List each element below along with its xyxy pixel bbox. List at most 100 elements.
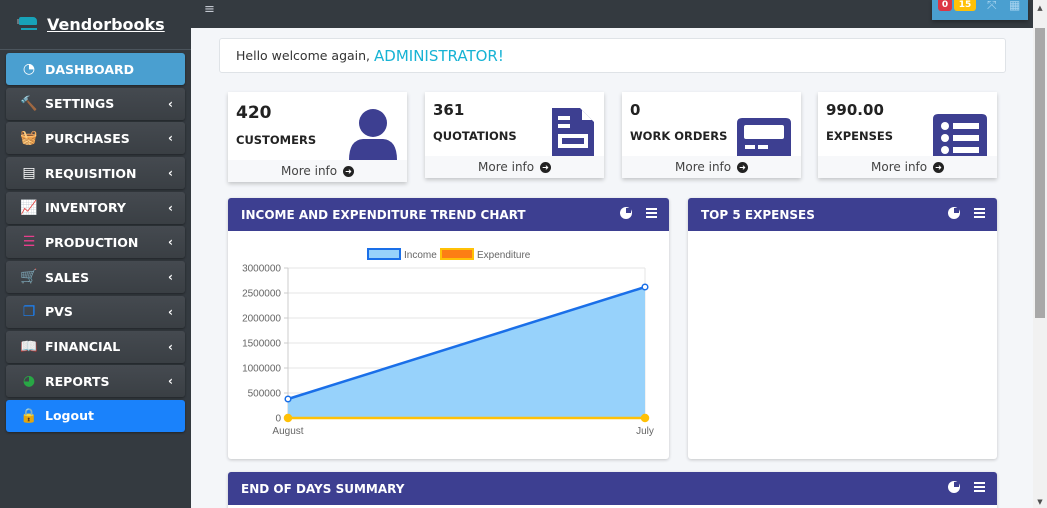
card-value: 361: [433, 101, 465, 119]
card-customers: 420 CUSTOMERS More info ➜: [228, 92, 407, 182]
card-label: EXPENSES: [826, 129, 894, 143]
lock-icon: 🔒: [20, 407, 38, 424]
sidebar-item-label: REQUISITION: [45, 165, 137, 181]
data-point: [283, 413, 293, 423]
tasks-icon: ☰: [22, 234, 36, 251]
card-work-orders: 0 WORK ORDERS More info ➜: [622, 92, 801, 178]
sidebar-item-label: PVS: [45, 304, 73, 320]
series-area-income: [288, 287, 645, 418]
pie-chart-icon[interactable]: [948, 207, 960, 219]
topbar: ≡ 0 15 ⤧ ▦: [191, 0, 1033, 28]
arrow-circle-right-icon: ➜: [736, 162, 748, 173]
chevron-left-icon[interactable]: ‹: [168, 340, 173, 354]
logout-button[interactable]: 🔒 Logout: [6, 399, 185, 432]
legend-label-income: Income: [404, 250, 437, 261]
main-content: Hello welcome again, ADMINISTRATOR! 420 …: [191, 28, 1033, 508]
sidebar-item-production[interactable]: ☰ PRODUCTION ‹: [6, 226, 185, 259]
notification-badge-yellow[interactable]: 15: [954, 0, 976, 11]
menu-toggle-icon[interactable]: ≡: [204, 2, 215, 17]
brand[interactable]: Vendorbooks: [0, 0, 191, 50]
card-quotations: 361 QUOTATIONS More info ➜: [425, 92, 604, 178]
page-scrollbar[interactable]: ▲ ▼: [1033, 0, 1047, 508]
more-info-link[interactable]: More info ➜: [622, 156, 801, 178]
scroll-thumb[interactable]: [1035, 28, 1045, 318]
sidebar-item-purchases[interactable]: 🧺 PURCHASES ‹: [6, 122, 185, 155]
pie-chart-icon[interactable]: [948, 481, 960, 493]
chevron-left-icon[interactable]: ‹: [168, 166, 173, 180]
data-point: [284, 395, 292, 403]
sidebar-item-label: INVENTORY: [45, 200, 126, 216]
sidebar-nav: ◔ DASHBOARD 🔨 SETTINGS ‹ 🧺 PURCHASES ‹ ▤ REQUISIT…: [0, 50, 191, 432]
sidebar-item-pvs[interactable]: ❐ PVS ‹: [6, 295, 185, 328]
card-label: WORK ORDERS: [630, 129, 728, 143]
fullscreen-icon[interactable]: ⤧: [987, 0, 997, 13]
chevron-left-icon[interactable]: ‹: [168, 97, 173, 111]
scroll-up-arrow[interactable]: ▲: [1033, 4, 1047, 12]
chevron-left-icon[interactable]: ‹: [168, 374, 173, 388]
y-tick-label: 2000000: [242, 314, 281, 325]
card-value: 420: [236, 103, 272, 123]
data-point: [641, 283, 649, 291]
card-value: 990.00: [826, 101, 884, 119]
sidebar-item-sales[interactable]: 🛒 SALES ‹: [6, 261, 185, 294]
x-tick-label: July: [636, 426, 654, 437]
chevron-left-icon[interactable]: ‹: [168, 131, 173, 145]
sidebar-item-settings[interactable]: 🔨 SETTINGS ‹: [6, 87, 185, 120]
welcome-banner: Hello welcome again, ADMINISTRATOR!: [219, 38, 1006, 73]
pager-icon: [737, 118, 791, 156]
more-info-link[interactable]: More info ➜: [228, 160, 407, 182]
brand-name[interactable]: Vendorbooks: [47, 15, 165, 34]
sidebar-item-dashboard[interactable]: ◔ DASHBOARD: [6, 53, 185, 85]
card-value: 0: [630, 101, 641, 119]
welcome-user: ADMINISTRATOR!: [374, 46, 504, 65]
sidebar-item-label: FINANCIAL: [45, 339, 121, 354]
trend-chart: 0 500000 1000000 1500000 2000000 2500000 30000…: [242, 248, 654, 437]
chevron-left-icon[interactable]: ‹: [168, 201, 173, 215]
logout-label: Logout: [45, 408, 94, 424]
chart-line-icon: 📈: [20, 199, 38, 216]
chevron-left-icon[interactable]: ‹: [168, 270, 173, 284]
sidebar-item-reports[interactable]: ◕ REPORTS ‹: [6, 365, 185, 398]
menu-icon[interactable]: [646, 207, 657, 218]
sidebar-item-label: REPORTS: [45, 373, 110, 389]
more-info-link[interactable]: More info ➜: [818, 156, 997, 178]
chevron-left-icon[interactable]: ‹: [168, 235, 173, 249]
card-label: CUSTOMERS: [236, 133, 317, 147]
arrow-circle-right-icon: ➜: [342, 166, 354, 177]
legend-label-expenditure: Expenditure: [477, 250, 531, 261]
sidebar-item-label: PRODUCTION: [45, 234, 139, 250]
sidebar: Vendorbooks ◔ DASHBOARD 🔨 SETTINGS ‹ 🧺 PURCHAS…: [0, 0, 191, 508]
panel-title: INCOME AND EXPENDITURE TREND CHART: [241, 207, 526, 222]
y-tick-label: 0: [275, 414, 281, 425]
arrow-circle-right-icon: ➜: [932, 162, 944, 173]
welcome-text: Hello welcome again,: [236, 48, 371, 63]
card-label: QUOTATIONS: [433, 129, 517, 143]
grid-icon[interactable]: ▦: [1009, 0, 1020, 12]
cart-icon: 🛒: [20, 269, 38, 286]
legend-swatch-expenditure: [440, 248, 474, 260]
end-of-days-panel: END OF DAYS SUMMARY: [228, 472, 997, 508]
sidebar-item-label: SETTINGS: [45, 96, 115, 112]
card-expenses: 990.00 EXPENSES More info ➜: [818, 92, 997, 178]
sidebar-item-label: PURCHASES: [45, 130, 130, 146]
y-tick-label: 500000: [248, 389, 282, 400]
copy-icon: ❐: [22, 303, 36, 320]
book-icon: 📖: [20, 338, 38, 355]
receipt-icon: ▤: [22, 165, 36, 182]
panel-header: TOP 5 EXPENSES: [688, 198, 997, 231]
sidebar-item-requisition[interactable]: ▤ REQUISITION ‹: [6, 157, 185, 190]
sidebar-item-label: SALES: [45, 269, 90, 285]
panel-title: END OF DAYS SUMMARY: [241, 481, 405, 496]
chevron-left-icon[interactable]: ‹: [168, 305, 173, 319]
sidebar-item-financial[interactable]: 📖 FINANCIAL ‹: [6, 330, 185, 363]
menu-icon[interactable]: [974, 207, 985, 218]
notification-badge-red[interactable]: 0: [938, 0, 952, 11]
menu-icon[interactable]: [974, 481, 985, 492]
sidebar-item-inventory[interactable]: 📈 INVENTORY ‹: [6, 191, 185, 224]
panel-header: INCOME AND EXPENDITURE TREND CHART: [228, 198, 669, 231]
more-info-link[interactable]: More info ➜: [425, 156, 604, 178]
scroll-down-arrow[interactable]: ▼: [1033, 498, 1047, 506]
pie-chart-icon[interactable]: [620, 207, 632, 219]
legend-swatch-income: [367, 248, 401, 260]
tachometer-icon: ◔: [22, 61, 36, 77]
